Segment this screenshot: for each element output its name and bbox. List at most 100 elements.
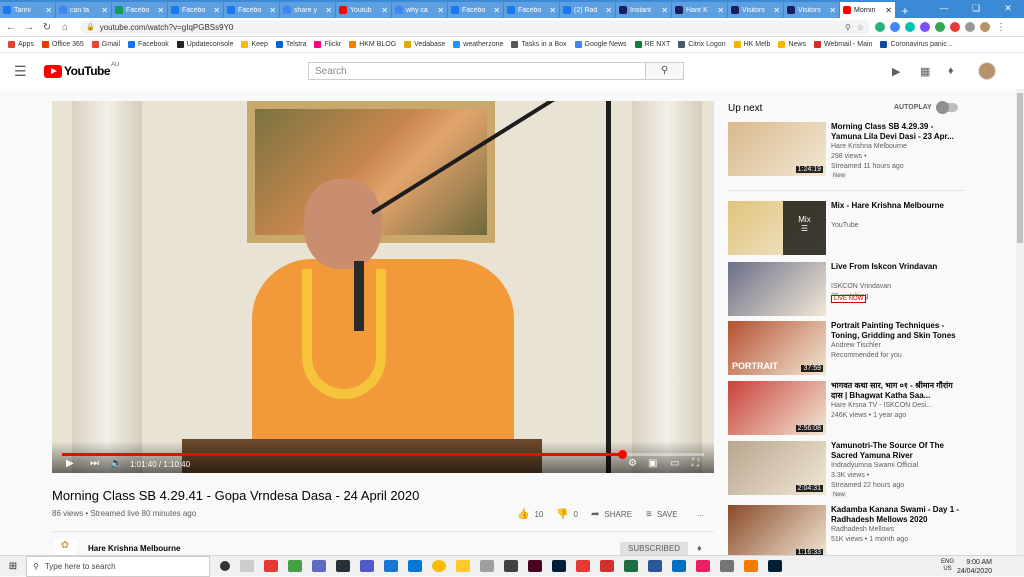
tab-close-icon[interactable]: ✕ <box>213 6 220 15</box>
tab-close-icon[interactable]: ✕ <box>829 6 836 15</box>
browser-tab[interactable]: Hare K ✕ <box>672 2 728 18</box>
extension-icon[interactable] <box>905 22 915 32</box>
apps-grid-icon[interactable]: ▦ <box>920 65 930 78</box>
extension-icon[interactable] <box>935 22 945 32</box>
bookmark-item[interactable]: RE NXT <box>634 41 670 48</box>
subscribe-button[interactable]: SUBSCRIBED <box>620 542 688 556</box>
tab-close-icon[interactable]: ✕ <box>773 6 780 15</box>
tab-close-icon[interactable]: ✕ <box>885 6 892 15</box>
bookmark-star-icon[interactable]: ☆ <box>857 23 864 32</box>
tab-close-icon[interactable]: ✕ <box>549 6 556 15</box>
play-icon[interactable]: ▶ <box>66 458 74 469</box>
bookmark-item[interactable]: Citrix Logon <box>678 41 726 48</box>
tab-close-icon[interactable]: ✕ <box>157 6 164 15</box>
bookmark-item[interactable]: HKM BLOG <box>349 41 396 48</box>
up-next-item[interactable]: 2:04:31 Yamunotri-The Source Of The Sacre… <box>728 441 968 498</box>
settings-gear-icon[interactable]: ⚙ <box>628 458 637 469</box>
bookmark-item[interactable]: Apps <box>8 41 34 48</box>
bookmark-item[interactable]: Vedabase <box>404 41 445 48</box>
up-next-title[interactable]: भागवत कथा सार, भाग ०१ - श्रीमान गौरांग द… <box>831 381 963 401</box>
forward-icon[interactable]: → <box>22 22 36 33</box>
scrollbar-thumb[interactable] <box>1017 93 1023 243</box>
progress-bar[interactable] <box>62 450 704 459</box>
browser-tab[interactable]: Mornin ✕ <box>840 2 896 18</box>
dislike-button[interactable]: 👎 0 <box>556 509 578 520</box>
youtube-logo[interactable]: YouTube AU <box>44 62 119 78</box>
video-thumbnail[interactable]: PORTRAIT 37:59 <box>728 321 826 375</box>
bookmark-item[interactable]: Google News <box>574 41 627 48</box>
tab-close-icon[interactable]: ✕ <box>605 6 612 15</box>
windows-start-icon[interactable]: ⊞ <box>0 561 26 572</box>
excel-icon[interactable] <box>624 560 638 572</box>
tab-close-icon[interactable]: ✕ <box>45 6 52 15</box>
menu-dots-icon[interactable]: ⋮ <box>994 22 1008 33</box>
extension-icon[interactable] <box>875 22 885 32</box>
more-actions-button[interactable]: ... <box>697 509 704 518</box>
outlook-icon[interactable] <box>672 560 686 572</box>
browser-tab[interactable]: Facebo ✕ <box>168 2 224 18</box>
autoplay-toggle[interactable] <box>936 101 958 114</box>
notifications-bell-icon[interactable]: ♦ <box>948 65 954 77</box>
bookmark-item[interactable]: News <box>778 41 806 48</box>
share-button[interactable]: ➦ SHARE <box>591 509 632 520</box>
up-next-item[interactable]: 2:56:08 भागवत कथा सार, भाग ०१ - श्रीमान ग… <box>728 381 968 437</box>
up-next-title[interactable]: Mix - Hare Krishna Melbourne <box>831 201 963 211</box>
vlc-icon[interactable] <box>744 560 758 572</box>
channel-name[interactable]: Hare Krishna Melbourne <box>88 544 180 553</box>
like-button[interactable]: 👍 10 <box>517 509 543 520</box>
extension-icon[interactable] <box>950 22 960 32</box>
up-next-item[interactable]: PORTRAIT 37:59 Portrait Painting Technique… <box>728 321 968 377</box>
extension-icon[interactable] <box>920 22 930 32</box>
up-next-item[interactable]: 1:24:19 Morning Class SB 4.29.39 - Yamuna… <box>728 122 968 179</box>
browser-tab[interactable]: share y ✕ <box>280 2 336 18</box>
taskbar-app-icon[interactable] <box>288 560 302 572</box>
bookmark-item[interactable]: Facebook <box>128 41 169 48</box>
photoshop-icon[interactable] <box>552 560 566 572</box>
bookmark-item[interactable]: Office 365 <box>41 41 84 48</box>
browser-tab[interactable]: Visitors ✕ <box>728 2 784 18</box>
taskbar-app-icon[interactable] <box>576 560 590 572</box>
up-next-title[interactable]: Live From Iskcon Vrindavan <box>831 262 963 272</box>
bookmark-item[interactable]: HK Melb <box>733 41 770 48</box>
save-button[interactable]: ≡ SAVE <box>646 509 678 520</box>
fullscreen-icon[interactable]: ⛶ <box>692 458 699 469</box>
tab-close-icon[interactable]: ✕ <box>269 6 276 15</box>
profile-avatar[interactable] <box>980 22 990 32</box>
extension-icon[interactable] <box>890 22 900 32</box>
chrome-icon[interactable] <box>432 560 446 572</box>
file-explorer-icon[interactable] <box>456 560 470 572</box>
search-input[interactable]: Search <box>308 62 646 80</box>
browser-tab[interactable]: Youtub ✕ <box>336 2 392 18</box>
up-next-title[interactable]: Yamunotri-The Source Of The Sacred Yamun… <box>831 441 963 461</box>
bookmark-item[interactable]: Keep <box>241 41 268 48</box>
up-next-title[interactable]: Kadamba Kanana Swami - Day 1 - Radhadesh… <box>831 505 963 525</box>
miniplayer-icon[interactable]: ▣ <box>648 458 657 469</box>
bookmark-item[interactable]: weatherzone <box>453 41 503 48</box>
edge-icon[interactable] <box>408 560 422 572</box>
tab-close-icon[interactable]: ✕ <box>493 6 500 15</box>
video-thumbnail[interactable]: 1:16:33 <box>728 505 826 559</box>
zoom-icon[interactable]: ⚲ <box>845 23 851 32</box>
acrobat-icon[interactable] <box>600 560 614 572</box>
up-next-item[interactable]: 1:16:33 Kadamba Kanana Swami - Day 1 - Ra… <box>728 505 968 561</box>
bookmark-item[interactable]: Gmail <box>91 41 120 48</box>
account-avatar[interactable] <box>978 62 996 80</box>
taskbar-app-icon[interactable] <box>336 560 350 572</box>
video-thumbnail[interactable]: 2:56:08 <box>728 381 826 435</box>
home-icon[interactable]: ⌂ <box>58 22 72 33</box>
bookmark-item[interactable]: Tasks in a Box <box>511 41 567 48</box>
browser-tab[interactable]: Facebo ✕ <box>448 2 504 18</box>
indesign-icon[interactable] <box>528 560 542 572</box>
settings-gear-icon[interactable] <box>720 560 734 572</box>
new-tab-button[interactable]: + <box>896 4 914 18</box>
bookmark-item[interactable]: Webmail - Main <box>813 41 872 48</box>
task-view-icon[interactable] <box>220 561 230 571</box>
tab-close-icon[interactable]: ✕ <box>101 6 108 15</box>
tab-close-icon[interactable]: ✕ <box>717 6 724 15</box>
bookmark-item[interactable]: Updateconsole <box>176 41 233 48</box>
browser-tab[interactable]: Facebo ✕ <box>112 2 168 18</box>
calculator-icon[interactable] <box>504 560 518 572</box>
up-next-title[interactable]: Portrait Painting Techniques - Toning, G… <box>831 321 963 341</box>
back-icon[interactable]: ← <box>4 22 18 33</box>
taskbar-app-icon[interactable] <box>480 560 494 572</box>
